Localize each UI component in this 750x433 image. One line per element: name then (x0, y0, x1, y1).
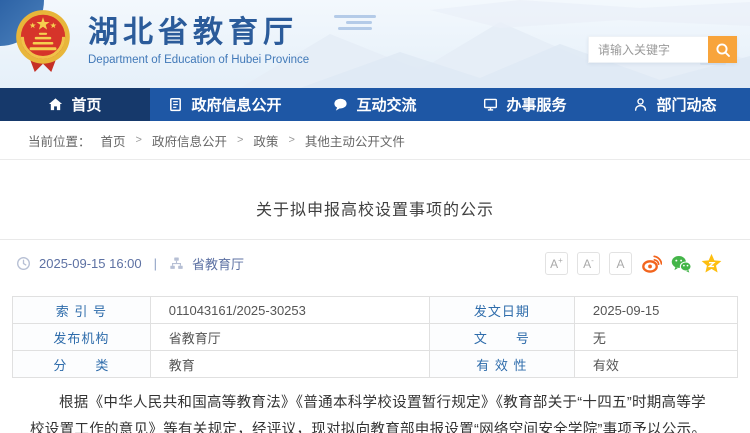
article-title: 关于拟申报高校设置事项的公示 (255, 202, 494, 219)
info-value-issue-date: 2025-09-15 (573, 296, 739, 324)
organization-icon (170, 257, 183, 269)
nav-label: 首页 (71, 97, 102, 114)
search-box (588, 36, 737, 63)
breadcrumb-item-policy[interactable]: 政策 (253, 131, 278, 150)
cloud-decoration (334, 15, 376, 33)
article-meta-bar: 2025-09-15 16:00 | 省教育厅 A+ A- A (0, 239, 750, 287)
magnifier-icon (715, 42, 730, 57)
nav-label: 部门动态 (656, 97, 717, 114)
weibo-icon (642, 255, 662, 273)
site-brand: 湖北省教育厅 Department of Education of Hubei … (12, 8, 309, 74)
info-value-issuing-agency: 省教育厅 (149, 323, 430, 351)
nav-item-interaction[interactable]: 互动交流 (300, 88, 450, 121)
main-nav: 首页 政府信息公开 互动交流 办事服务 部门动态 (0, 88, 750, 121)
info-label-issuing-agency: 发布机构 (12, 323, 151, 351)
monitor-icon (484, 98, 498, 111)
font-decrease-button[interactable]: A- (577, 252, 600, 275)
breadcrumb-separator: > (288, 134, 295, 146)
nav-label: 办事服务 (506, 97, 567, 114)
table-row: 发布机构 省教育厅 文 号 无 (12, 323, 739, 351)
article-source: 省教育厅 (192, 257, 245, 272)
nav-item-department-news[interactable]: 部门动态 (600, 88, 750, 121)
info-label-category: 分 类 (12, 350, 151, 378)
info-value-index-number: 011043161/2025-30253 (149, 296, 430, 324)
page: 湖北省教育厅 Department of Education of Hubei … (0, 0, 750, 433)
table-row: 分 类 教育 有 效 性 有效 (12, 350, 739, 378)
share-qzone-button[interactable] (701, 253, 722, 274)
article: 关于拟申报高校设置事项的公示 2025-09-15 16:00 | 省教育厅 A… (0, 196, 750, 433)
nav-label: 政府信息公开 (191, 97, 282, 114)
national-emblem-logo (16, 10, 70, 72)
nav-item-home[interactable]: 首页 (0, 88, 150, 121)
chat-bubble-icon (334, 98, 348, 111)
nav-item-gov-info[interactable]: 政府信息公开 (150, 88, 300, 121)
breadcrumb-separator: > (236, 134, 244, 146)
document-icon (170, 97, 182, 112)
info-label-doc-number: 文 号 (428, 323, 575, 351)
breadcrumb-item-gov-info[interactable]: 政府信息公开 (152, 131, 227, 150)
breadcrumb-separator: > (135, 134, 142, 146)
qzone-star-icon (701, 253, 722, 273)
site-title: 湖北省教育厅 (88, 16, 298, 49)
share-wechat-button[interactable] (671, 253, 692, 274)
nav-item-services[interactable]: 办事服务 (450, 88, 600, 121)
clock-icon (17, 257, 30, 270)
font-increase-button[interactable]: A+ (545, 252, 568, 275)
breadcrumb-prefix: 当前位置： (28, 134, 91, 149)
info-label-issue-date: 发文日期 (428, 296, 575, 324)
breadcrumb: 当前位置： 首页 > 政府信息公开 > 政策 > 其他主动公开文件 (0, 121, 750, 160)
wechat-icon (671, 255, 692, 273)
meta-separator: | (153, 256, 158, 271)
info-label-index-number: 索 引 号 (12, 296, 151, 324)
font-reset-button[interactable]: A (609, 252, 632, 275)
publish-time: 2025-09-15 16:00 (39, 256, 142, 271)
info-label-validity: 有 效 性 (428, 350, 575, 378)
breadcrumb-item-other-docs[interactable]: 其他主动公开文件 (305, 131, 405, 150)
table-row: 索 引 号 011043161/2025-30253 发文日期 2025-09-… (12, 296, 739, 324)
info-value-doc-number: 无 (573, 323, 739, 351)
person-icon (635, 98, 647, 111)
search-input[interactable] (588, 36, 708, 63)
breadcrumb-item-home[interactable]: 首页 (101, 131, 126, 150)
info-value-category: 教育 (149, 350, 430, 378)
home-icon (49, 98, 63, 111)
info-value-validity: 有效 (573, 350, 739, 378)
search-button[interactable] (708, 36, 737, 63)
nav-label: 互动交流 (356, 97, 417, 114)
site-header: 湖北省教育厅 Department of Education of Hubei … (0, 0, 750, 88)
share-weibo-button[interactable] (641, 253, 662, 274)
document-info-table: 索 引 号 011043161/2025-30253 发文日期 2025-09-… (12, 296, 739, 378)
article-body-paragraph: 根据《中华人民共和国高等教育法》《普通本科学校设置暂行规定》《教育部关于“十四五… (30, 395, 707, 433)
site-subtitle: Department of Education of Hubei Provinc… (88, 54, 310, 66)
